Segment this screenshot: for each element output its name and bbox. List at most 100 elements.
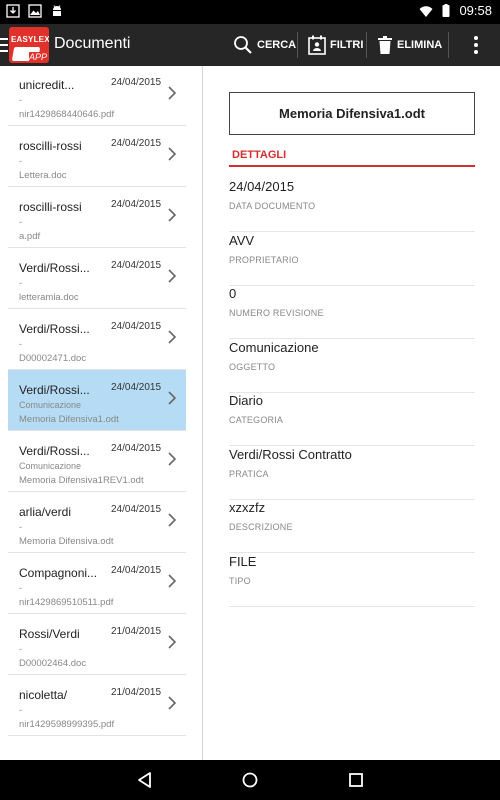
chevron-right-icon [168, 391, 177, 405]
field-value: Comunicazione [229, 339, 319, 355]
document-date: 21/04/2015 [111, 687, 162, 698]
document-file: a.pdf [19, 231, 41, 242]
document-detail: Memoria Difensiva1.odt DETTAGLI 24/04/20… [204, 66, 500, 760]
document-list-item[interactable]: roscilli-rossi 24/04/2015 - Lettera.doc [8, 126, 186, 187]
document-name: roscilli-rossi [19, 139, 82, 153]
document-name: Verdi/Rossi... [19, 261, 90, 275]
home-icon[interactable] [240, 770, 260, 790]
document-list-item[interactable]: Verdi/Rossi... 24/04/2015 Comunicazione Mem… [8, 431, 186, 492]
document-date: 24/04/2015 [111, 77, 162, 88]
menu-icon[interactable] [0, 38, 8, 52]
document-subject: - [19, 278, 22, 288]
detail-field: 24/04/2015 DATA DOCUMENTO [229, 179, 475, 232]
field-value: FILE [229, 553, 257, 569]
document-file: nir1429868440646.pdf [19, 109, 115, 120]
back-icon[interactable] [135, 770, 155, 790]
filters-label: FILTRI [330, 39, 364, 51]
chevron-right-icon [168, 635, 177, 649]
field-value: AVV [229, 232, 255, 248]
delete-button[interactable]: ELIMINA [377, 32, 442, 58]
field-value: 24/04/2015 [229, 179, 295, 194]
chevron-right-icon [168, 696, 177, 710]
document-list-item[interactable]: Verdi/Rossi... 24/04/2015 Comunicazione Mem… [8, 370, 186, 431]
document-list-item[interactable]: nicoletta/21/04/2015 - nir1429598999395.pd… [8, 675, 186, 736]
download-icon [6, 4, 20, 18]
details-section-title: DETTAGLI [232, 149, 287, 161]
document-name: Verdi/Rossi... [19, 383, 90, 397]
file-name-button[interactable]: Memoria Difensiva1.odt [229, 92, 475, 135]
chevron-right-icon [168, 452, 177, 466]
document-file: Memoria Difensiva1.odt [19, 414, 119, 425]
document-list-item[interactable]: Verdi/Rossi... 24/04/2015 - letteramia.doc [8, 248, 186, 309]
detail-field: FILE TIPO [229, 554, 475, 607]
document-name: unicredit... [19, 78, 75, 92]
status-bar: 09:58 [0, 0, 500, 24]
navigation-bar [0, 760, 500, 800]
notification-icons [6, 4, 64, 18]
detail-field: Diario CATEGORIA [229, 393, 475, 446]
document-list-item[interactable]: roscilli-rossi 24/04/2015 - a.pdf [8, 187, 186, 248]
action-bar: EASYLEX APP Documenti CERCA FILTRI ELIMI… [0, 24, 500, 66]
logo-text: EASYLEX [11, 35, 49, 44]
field-label: PRATICA [229, 468, 269, 479]
document-list-item[interactable]: unicredit... 24/04/2015 - nir1429868440646.… [8, 66, 186, 126]
chevron-right-icon [168, 574, 177, 588]
document-file: nir1429598999395.pdf [19, 719, 115, 730]
field-label: PROPRIETARIO [229, 254, 299, 265]
document-subject: - [19, 522, 22, 532]
field-value: 0 [229, 286, 237, 301]
section-divider [229, 165, 475, 167]
overflow-menu-icon[interactable] [474, 36, 478, 57]
document-subject: Comunicazione [19, 400, 82, 410]
document-name: Compagnoni... [19, 566, 98, 580]
document-file: Lettera.doc [19, 170, 67, 181]
delete-label: ELIMINA [397, 39, 443, 51]
document-name: Verdi/Rossi... [19, 444, 90, 458]
document-date: 24/04/2015 [111, 138, 162, 149]
chevron-right-icon [168, 208, 177, 222]
field-label: CATEGORIA [229, 415, 284, 425]
document-subject: - [19, 644, 22, 654]
document-date: 21/04/2015 [111, 626, 162, 637]
detail-field: Verdi/Rossi Contratto PRATICA [229, 447, 475, 500]
wifi-icon [419, 5, 433, 17]
document-subject: - [19, 156, 22, 166]
field-value: xzxzfz [229, 500, 266, 515]
document-list-item[interactable]: Rossi/Verdi 21/04/2015 - D00002464.doc [8, 614, 186, 675]
document-subject: - [19, 583, 22, 593]
android-icon [53, 5, 61, 16]
document-list-item[interactable]: arlia/verdi 24/04/2015 - Memoria Difensiva.… [8, 492, 186, 553]
logo-subtext: APP [28, 52, 47, 62]
document-name: Rossi/Verdi [19, 627, 80, 641]
chevron-right-icon [168, 330, 177, 344]
field-label: TIPO [229, 575, 251, 586]
document-date: 24/04/2015 [111, 565, 162, 576]
document-list-item[interactable]: Verdi/Rossi... 24/04/2015 - D00002471.doc [8, 309, 186, 370]
clock: 09:58 [459, 3, 492, 18]
document-list-item[interactable]: Compagnoni... 24/04/2015 - nir1429869510511… [8, 553, 186, 614]
document-file: nir1429869510511.pdf [19, 597, 114, 608]
app-logo[interactable]: EASYLEX APP [9, 27, 49, 63]
recents-icon[interactable] [346, 770, 366, 790]
system-status: 09:58 [419, 3, 492, 18]
document-date: 24/04/2015 [111, 321, 162, 332]
document-file: letteramia.doc [19, 292, 79, 303]
field-label: DATA DOCUMENTO [229, 201, 316, 211]
document-date: 24/04/2015 [111, 504, 162, 515]
document-file: D00002464.doc [19, 658, 87, 669]
document-date: 24/04/2015 [111, 382, 162, 393]
chevron-right-icon [168, 147, 177, 161]
detail-field: Comunicazione OGGETTO [229, 340, 475, 393]
field-label: OGGETTO [229, 361, 276, 372]
search-button[interactable]: CERCA [233, 32, 296, 58]
image-icon [28, 4, 42, 18]
toolbar-divider [366, 32, 367, 58]
document-subject: Comunicazione [19, 461, 82, 471]
document-name: roscilli-rossi [19, 200, 82, 214]
detail-field: xzxzfz DESCRIZIONE [229, 500, 475, 553]
filters-button[interactable]: FILTRI [308, 32, 363, 58]
chevron-right-icon [168, 513, 177, 527]
document-file: D00002471.doc [19, 353, 87, 364]
screen-title: Documenti [54, 35, 131, 52]
document-subject: - [19, 339, 22, 349]
